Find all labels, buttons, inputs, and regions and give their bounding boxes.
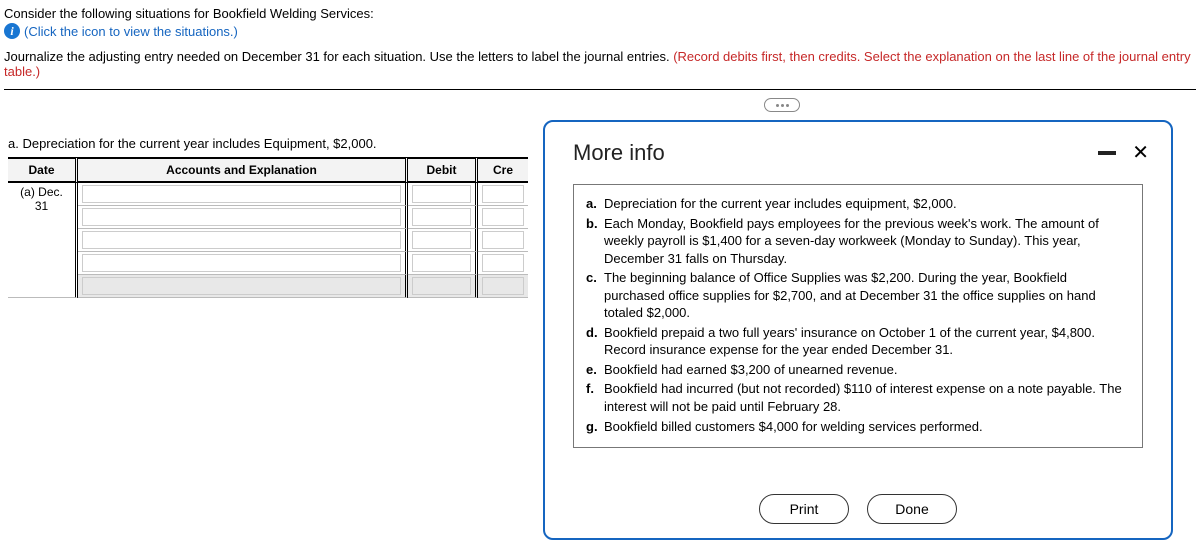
- intro-line-2[interactable]: (Click the icon to view the situations.): [24, 24, 238, 39]
- collapse-pill[interactable]: [764, 98, 800, 112]
- credit-input[interactable]: [482, 231, 524, 249]
- journal-table: Date Accounts and Explanation Debit Cre …: [8, 157, 528, 298]
- col-header-accounts: Accounts and Explanation: [78, 157, 408, 183]
- credit-input[interactable]: [482, 185, 524, 203]
- credit-input[interactable]: [482, 254, 524, 272]
- done-button[interactable]: Done: [867, 494, 957, 524]
- table-row: [8, 206, 528, 229]
- print-button[interactable]: Print: [759, 494, 849, 524]
- explanation-input[interactable]: [82, 277, 401, 295]
- table-row: [8, 252, 528, 275]
- debit-input[interactable]: [412, 185, 471, 203]
- list-item: f.Bookfield had incurred (but not record…: [586, 380, 1130, 415]
- list-item: g.Bookfield billed customers $4,000 for …: [586, 418, 1130, 436]
- intro-line-1: Consider the following situations for Bo…: [4, 6, 1196, 21]
- list-item: b.Each Monday, Bookfield pays employees …: [586, 215, 1130, 268]
- col-header-credit: Cre: [478, 157, 528, 183]
- credit-input[interactable]: [482, 277, 524, 295]
- debit-input[interactable]: [412, 254, 471, 272]
- account-input[interactable]: [82, 254, 401, 272]
- intro-line-3a: Journalize the adjusting entry needed on…: [4, 49, 673, 64]
- table-row: [8, 229, 528, 252]
- debit-input[interactable]: [412, 208, 471, 226]
- list-item: e.Bookfield had earned $3,200 of unearne…: [586, 361, 1130, 379]
- col-header-debit: Debit: [408, 157, 478, 183]
- minimize-icon[interactable]: [1098, 151, 1116, 155]
- separator-top: [4, 89, 1196, 90]
- more-info-modal: More info ✕ a.Depreciation for the curre…: [543, 120, 1173, 540]
- close-icon[interactable]: ✕: [1132, 143, 1149, 163]
- debit-input[interactable]: [412, 231, 471, 249]
- info-box: a.Depreciation for the current year incl…: [573, 184, 1143, 448]
- modal-title: More info: [567, 140, 665, 166]
- info-icon[interactable]: i: [4, 23, 20, 39]
- table-row: [8, 275, 528, 298]
- account-input[interactable]: [82, 231, 401, 249]
- account-input[interactable]: [82, 185, 401, 203]
- account-input[interactable]: [82, 208, 401, 226]
- date-cell: (a) Dec. 31: [8, 183, 78, 298]
- list-item: c.The beginning balance of Office Suppli…: [586, 269, 1130, 322]
- list-item: a.Depreciation for the current year incl…: [586, 195, 1130, 213]
- credit-input[interactable]: [482, 208, 524, 226]
- table-row: (a) Dec. 31: [8, 183, 528, 206]
- debit-input[interactable]: [412, 277, 471, 295]
- list-item: d.Bookfield prepaid a two full years' in…: [586, 324, 1130, 359]
- col-header-date: Date: [8, 157, 78, 183]
